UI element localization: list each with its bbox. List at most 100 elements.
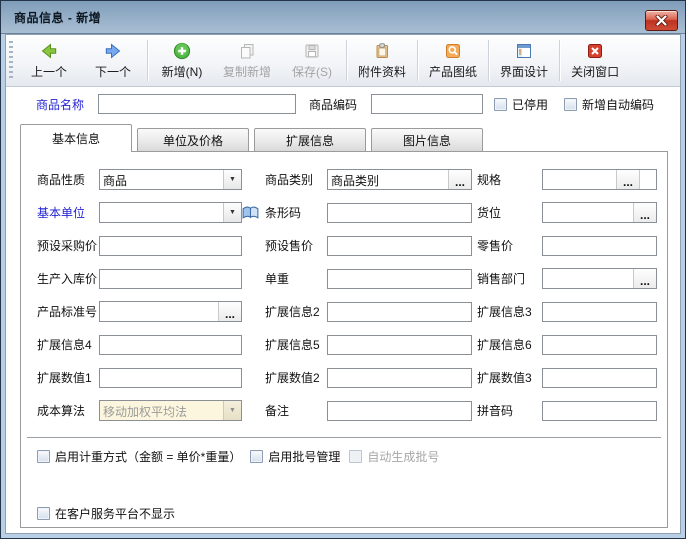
toolbar-grip-handle[interactable] xyxy=(9,41,13,80)
tab-label: 图片信息 xyxy=(403,132,451,149)
base-unit-combo[interactable]: ▼ xyxy=(99,202,242,223)
ellipsis-button[interactable]: ... xyxy=(448,170,471,189)
form-row: 扩展信息4 扩展信息5 扩展信息6 xyxy=(21,334,667,355)
prev-button-label: 上一个 xyxy=(31,63,67,80)
copy-new-button: 复制新增 xyxy=(214,35,280,86)
close-window-button-label: 关闭窗口 xyxy=(571,63,619,80)
product-name-input[interactable] xyxy=(98,94,296,114)
auto-batch-label: 自动生成批号 xyxy=(367,448,439,465)
product-drawing-button-label: 产品图纸 xyxy=(429,63,477,80)
product-code-input[interactable] xyxy=(371,94,483,114)
remark-input[interactable] xyxy=(327,401,472,421)
ext-info-3-input[interactable] xyxy=(542,302,657,322)
tab-image-info[interactable]: 图片信息 xyxy=(371,128,483,152)
close-red-icon xyxy=(585,41,605,61)
window-title: 商品信息 - 新增 xyxy=(14,9,101,26)
ext-info-4-input[interactable] xyxy=(99,335,242,355)
ext-value-1-input[interactable] xyxy=(99,368,242,388)
product-standard-field[interactable]: ... xyxy=(99,301,242,322)
copy-new-button-label: 复制新增 xyxy=(223,63,271,80)
close-icon xyxy=(655,15,668,26)
pinyin-code-input[interactable] xyxy=(542,401,657,421)
pinyin-code-label: 拼音码 xyxy=(477,402,540,419)
preset-purchase-price-label: 预设采购价 xyxy=(37,237,99,254)
extra-button[interactable] xyxy=(639,170,656,189)
ellipsis-button[interactable]: ... xyxy=(633,269,656,288)
ext-value-2-input[interactable] xyxy=(327,368,472,388)
form-row: 生产入库价 单重 销售部门 ... xyxy=(21,268,667,289)
attachment-button[interactable]: 附件资料 xyxy=(349,35,415,86)
next-button[interactable]: 下一个 xyxy=(81,35,145,86)
production-price-label: 生产入库价 xyxy=(37,270,99,287)
drawing-magnifier-icon xyxy=(443,41,463,61)
ui-panel-icon xyxy=(514,41,534,61)
toolbar-separator xyxy=(417,40,418,81)
product-category-label: 商品类别 xyxy=(265,171,327,188)
close-window-button[interactable]: 关闭窗口 xyxy=(562,35,628,86)
production-price-input[interactable] xyxy=(99,269,242,289)
toolbar-separator xyxy=(488,40,489,81)
tab-basic-info[interactable]: 基本信息 xyxy=(20,124,132,152)
chevron-down-icon[interactable]: ▼ xyxy=(223,170,241,189)
ellipsis-button[interactable]: ... xyxy=(633,203,656,222)
checkbox-icon xyxy=(349,450,362,463)
field-value xyxy=(543,170,616,189)
window-frame: 上一个 下一个 新增(N) 复制新增 保存(S) xyxy=(1,34,685,538)
base-unit-label[interactable]: 基本单位 xyxy=(37,204,99,221)
barcode-input[interactable] xyxy=(327,203,472,223)
window-content: 上一个 下一个 新增(N) 复制新增 保存(S) xyxy=(5,34,681,534)
product-nature-combo[interactable]: 商品 ▼ xyxy=(99,169,242,190)
form-row: 扩展数值1 扩展数值2 扩展数值3 xyxy=(21,367,667,388)
stopped-checkbox-label: 已停用 xyxy=(512,96,548,113)
product-category-field[interactable]: 商品类别 ... xyxy=(327,169,472,190)
ext-info-4-label: 扩展信息4 xyxy=(37,336,99,353)
checkbox-icon xyxy=(564,98,577,111)
form-row: 产品标准号 ... 扩展信息2 扩展信息3 xyxy=(21,301,667,322)
sales-department-field[interactable]: ... xyxy=(542,268,657,289)
ext-info-5-label: 扩展信息5 xyxy=(265,336,327,353)
ellipsis-button[interactable]: ... xyxy=(616,170,639,189)
preset-sale-price-label: 预设售价 xyxy=(265,237,327,254)
tab-unit-price[interactable]: 单位及价格 xyxy=(137,128,249,152)
product-info-dialog: 商品信息 - 新增 上一个 下一个 新增(N) xyxy=(0,0,686,539)
form-row: 基本单位 ▼ 条形码 货位 ... xyxy=(21,202,667,223)
ext-info-6-label: 扩展信息6 xyxy=(477,336,540,353)
prev-button[interactable]: 上一个 xyxy=(17,35,81,86)
stopped-checkbox[interactable]: 已停用 xyxy=(494,96,548,113)
window-close-button[interactable] xyxy=(645,10,678,31)
form-row: 预设采购价 预设售价 零售价 xyxy=(21,235,667,256)
checkbox-icon xyxy=(37,507,50,520)
hide-on-service-checkbox[interactable]: 在客户服务平台不显示 xyxy=(37,505,175,522)
ext-info-2-input[interactable] xyxy=(327,302,472,322)
preset-purchase-price-input[interactable] xyxy=(99,236,242,256)
ext-info-3-label: 扩展信息3 xyxy=(477,303,540,320)
weight-mode-checkbox[interactable]: 启用计重方式（金额 = 单价*重量） xyxy=(37,448,241,465)
form-row: 成本算法 移动加权平均法 ▼ 备注 拼音码 xyxy=(21,400,667,421)
arrow-left-icon xyxy=(39,41,59,61)
ui-design-button-label: 界面设计 xyxy=(500,63,548,80)
ui-design-button[interactable]: 界面设计 xyxy=(491,35,557,86)
ext-value-3-input[interactable] xyxy=(542,368,657,388)
ellipsis-button[interactable]: ... xyxy=(218,302,241,321)
spec-field[interactable]: ... xyxy=(542,169,657,190)
ext-info-6-input[interactable] xyxy=(542,335,657,355)
add-new-button[interactable]: 新增(N) xyxy=(150,35,214,86)
product-drawing-button[interactable]: 产品图纸 xyxy=(420,35,486,86)
chevron-down-icon[interactable]: ▼ xyxy=(223,203,241,222)
toolbar: 上一个 下一个 新增(N) 复制新增 保存(S) xyxy=(6,35,680,87)
title-bar: 商品信息 - 新增 xyxy=(1,1,685,34)
add-new-button-label: 新增(N) xyxy=(162,63,203,80)
retail-price-input[interactable] xyxy=(542,236,657,256)
ext-info-5-input[interactable] xyxy=(327,335,472,355)
tab-extended-info[interactable]: 扩展信息 xyxy=(254,128,366,152)
next-button-label: 下一个 xyxy=(95,63,131,80)
toolbar-separator xyxy=(147,40,148,81)
product-standard-label: 产品标准号 xyxy=(37,303,99,320)
storage-location-field[interactable]: ... xyxy=(542,202,657,223)
auto-code-checkbox[interactable]: 新增自动编码 xyxy=(564,96,654,113)
product-name-label: 商品名称 xyxy=(36,96,98,113)
preset-sale-price-input[interactable] xyxy=(327,236,472,256)
unit-weight-input[interactable] xyxy=(327,269,472,289)
batch-manage-checkbox[interactable]: 启用批号管理 xyxy=(250,448,340,465)
spec-label: 规格 xyxy=(477,171,540,188)
